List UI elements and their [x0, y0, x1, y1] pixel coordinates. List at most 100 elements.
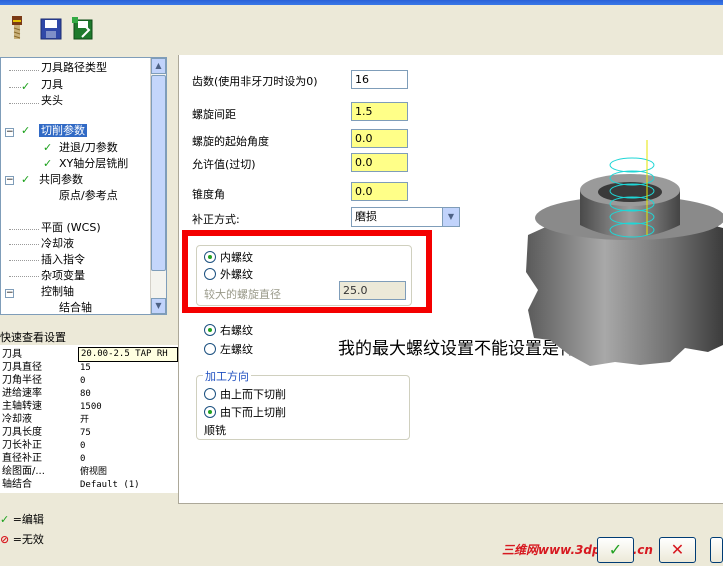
tree-item-label: 结合轴: [59, 301, 92, 314]
teeth-input[interactable]: 16: [351, 70, 408, 89]
comp-label: 补正方式:: [192, 213, 240, 226]
start-angle-label: 螺旋的起始角度: [192, 135, 269, 148]
tree-item-holder[interactable]: 夹头: [41, 93, 63, 109]
tree-item-label: 进退/刀参数: [59, 141, 118, 154]
tree-item-xy-depth[interactable]: XY轴分层铣削: [59, 156, 128, 172]
allowance-label: 允许值(过切): [192, 158, 256, 171]
comp-select[interactable]: 磨损 ▼: [351, 207, 460, 227]
scroll-up-icon[interactable]: ▲: [151, 58, 166, 74]
tree-item-label: 冷却液: [41, 237, 74, 250]
tree-item-label: 插入指令: [41, 253, 85, 266]
right-hand-label: 右螺纹: [220, 324, 253, 337]
tree-item-label: 刀具: [41, 78, 63, 91]
legend-invalid: ⊘ =无效: [0, 531, 44, 547]
quick-view-key: 轴结合: [2, 479, 32, 490]
quick-view-value: 0: [80, 454, 86, 464]
quick-view-key: 刀角半径: [2, 375, 42, 386]
collapse-icon[interactable]: −: [5, 128, 14, 137]
quick-view-value: 0: [80, 441, 86, 451]
quick-view-value: 80: [80, 389, 91, 399]
tree-item-lead-in-out[interactable]: 进退/刀参数: [59, 140, 118, 156]
scroll-thumb[interactable]: [151, 75, 166, 271]
quick-view-key: 刀具: [2, 349, 22, 360]
radio-selected-icon: [204, 324, 216, 336]
tree-item-toolpath-type[interactable]: 刀具路径类型: [41, 60, 107, 76]
quick-view-key: 绘图面/...: [2, 466, 45, 477]
taper-label: 锥度角: [192, 188, 225, 201]
chevron-down-icon[interactable]: ▼: [442, 208, 459, 226]
quick-view-value: 15: [80, 363, 91, 373]
pitch-input[interactable]: 1.5: [351, 102, 408, 121]
comp-select-value: 磨损: [355, 210, 377, 223]
tree-item-coolant[interactable]: 冷却液: [41, 236, 74, 252]
top-down-label: 由上而下切削: [220, 388, 286, 401]
legend-edit: ✓ =编辑: [0, 511, 44, 527]
quick-view-value: Default (1): [80, 480, 140, 490]
quick-view-key: 直径补正: [2, 453, 42, 464]
left-hand-label: 左螺纹: [220, 343, 253, 356]
invalid-icon: ⊘: [0, 533, 10, 546]
save-all-icon[interactable]: [70, 15, 96, 43]
pitch-label: 螺旋间距: [192, 108, 236, 121]
tree-scrollbar[interactable]: ▲ ▼: [150, 58, 166, 314]
tree-item-common-params[interactable]: 共同参数: [39, 172, 83, 188]
collapse-icon[interactable]: −: [5, 289, 14, 298]
ok-button[interactable]: ✓: [597, 537, 634, 563]
tree-item-axis-combo[interactable]: 结合轴: [59, 300, 92, 314]
parameter-tree[interactable]: 刀具路径类型 ✓ 刀具 夹头 − ✓ 切削参数 ✓ 进退/刀参数 ✓ XY轴分层…: [0, 57, 167, 315]
close-icon: ✕: [670, 540, 685, 559]
tree-item-plane[interactable]: 平面 (WCS): [41, 220, 101, 236]
check-icon: ✓: [21, 124, 31, 137]
help-button[interactable]: [710, 537, 723, 563]
scroll-down-icon[interactable]: ▼: [151, 298, 166, 314]
tree-item-misc-values[interactable]: 杂项变量: [41, 268, 85, 284]
quick-view-key: 刀长补正: [2, 440, 42, 451]
taper-input[interactable]: 0.0: [351, 182, 408, 201]
tree-item-label: 切削参数: [39, 124, 87, 137]
tree-item-label: 夹头: [41, 94, 63, 107]
quick-view-value: 1500: [80, 402, 102, 412]
bottom-up-label: 由下而上切削: [220, 406, 286, 419]
tree-item-cut-params[interactable]: 切削参数: [39, 123, 87, 139]
check-icon: ✓: [21, 173, 31, 186]
quick-view-value: 0: [80, 376, 86, 386]
tree-item-tool[interactable]: 刀具: [41, 77, 63, 93]
save-icon[interactable]: [38, 15, 64, 43]
teeth-label: 齿数(使用非牙刀时设为0): [192, 75, 318, 88]
legend-edit-label: =编辑: [12, 513, 44, 526]
tree-item-label: 平面 (WCS): [41, 221, 101, 234]
tree-item-label: 刀具路径类型: [41, 61, 107, 74]
quick-view-key: 主轴转速: [2, 401, 42, 412]
tool-icon[interactable]: [4, 15, 30, 43]
quick-view-value: 俯视图: [80, 467, 108, 477]
allowance-input[interactable]: 0.0: [351, 153, 408, 172]
tree-item-label: 控制轴: [41, 285, 74, 298]
quick-view-title: 快速查看设置: [0, 331, 66, 344]
thread-preview-image: [520, 140, 723, 370]
highlight-box: [182, 230, 432, 313]
check-icon: ✓: [43, 141, 53, 154]
tree-item-insert-code[interactable]: 插入指令: [41, 252, 85, 268]
tree-item-label: 杂项变量: [41, 269, 85, 282]
tree-item-home-ref[interactable]: 原点/参考点: [59, 188, 118, 204]
direction-title: 加工方向: [203, 368, 251, 384]
quick-view-key: 冷却液: [2, 414, 32, 425]
tree-item-label: XY轴分层铣削: [59, 157, 129, 170]
cancel-button[interactable]: ✕: [659, 537, 696, 563]
quick-view-panel: 刀具 刀具直径 15 刀角半径 0 进给速率 80 主轴转速 1500 冷却液 开 刀具长…: [0, 345, 178, 493]
quick-view-key: 刀具直径: [2, 362, 42, 373]
quick-view-key: 刀具长度: [2, 427, 42, 438]
tool-tooltip: 20.00-2.5 TAP RH: [78, 347, 178, 362]
climb-mode-label: 顺铣: [204, 424, 226, 437]
tree-item-label: 共同参数: [39, 173, 83, 186]
legend-invalid-label: =无效: [12, 533, 44, 546]
start-angle-input[interactable]: 0.0: [351, 129, 408, 148]
quick-view-value: 开: [80, 415, 90, 425]
tree-item-axis-control[interactable]: 控制轴: [41, 284, 74, 300]
check-icon: ✓: [608, 540, 623, 559]
quick-view-value: 75: [80, 428, 91, 438]
check-icon: ✓: [0, 513, 10, 526]
toolbar: [0, 5, 723, 51]
tree-item-label: 原点/参考点: [59, 189, 118, 202]
collapse-icon[interactable]: −: [5, 176, 14, 185]
